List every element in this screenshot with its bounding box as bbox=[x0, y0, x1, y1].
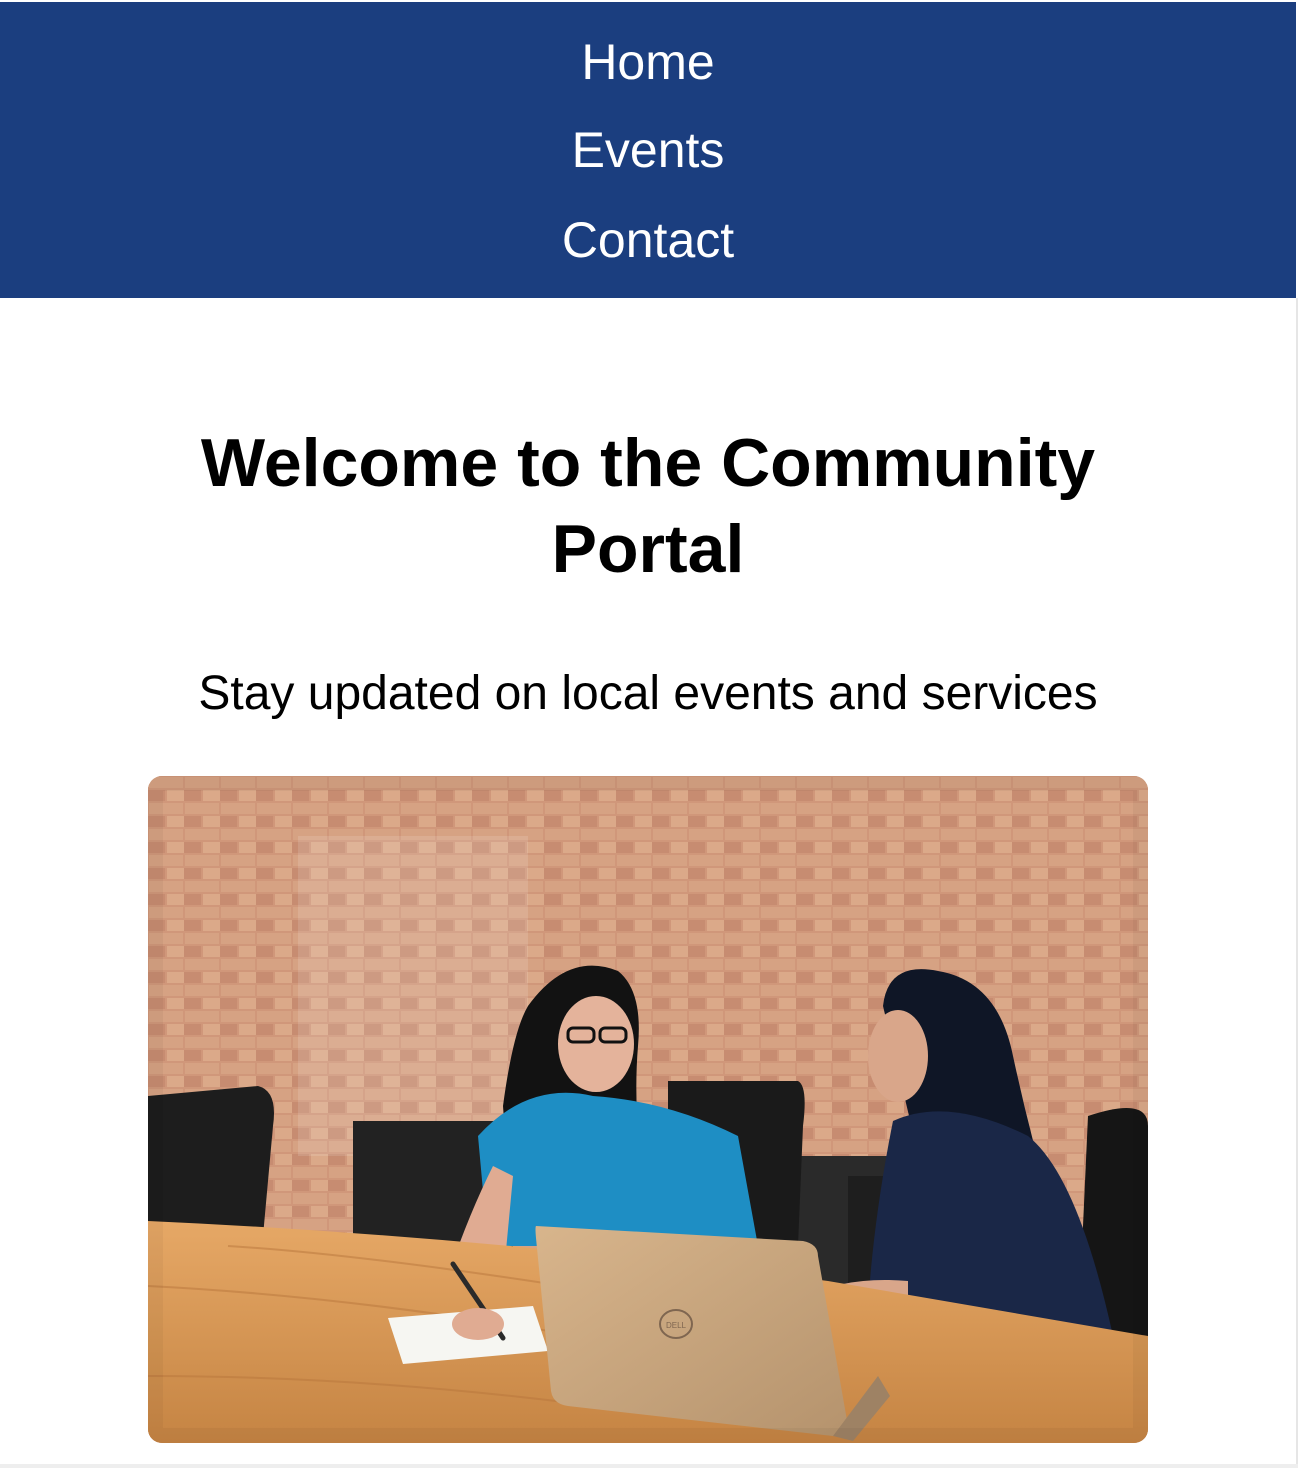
nav-events-link[interactable]: Events bbox=[0, 120, 1296, 180]
bottom-edge bbox=[0, 1464, 1298, 1468]
laptop-logo-text: DELL bbox=[666, 1321, 687, 1330]
main-navigation: Home Events Contact bbox=[0, 2, 1296, 298]
face-left bbox=[558, 996, 634, 1092]
laptop bbox=[535, 1226, 848, 1437]
face-right bbox=[868, 1010, 928, 1102]
hero-image: DELL bbox=[148, 776, 1148, 1443]
glass-board bbox=[298, 836, 528, 1156]
nav-home-link[interactable]: Home bbox=[0, 32, 1296, 92]
page: Home Events Contact Welcome to the Commu… bbox=[0, 0, 1298, 1468]
nav-contact-link[interactable]: Contact bbox=[0, 210, 1296, 270]
meeting-photo: DELL bbox=[148, 776, 1148, 1443]
page-subtitle: Stay updated on local events and service… bbox=[198, 667, 1098, 720]
page-title: Welcome to the Community Portal bbox=[200, 425, 1096, 587]
